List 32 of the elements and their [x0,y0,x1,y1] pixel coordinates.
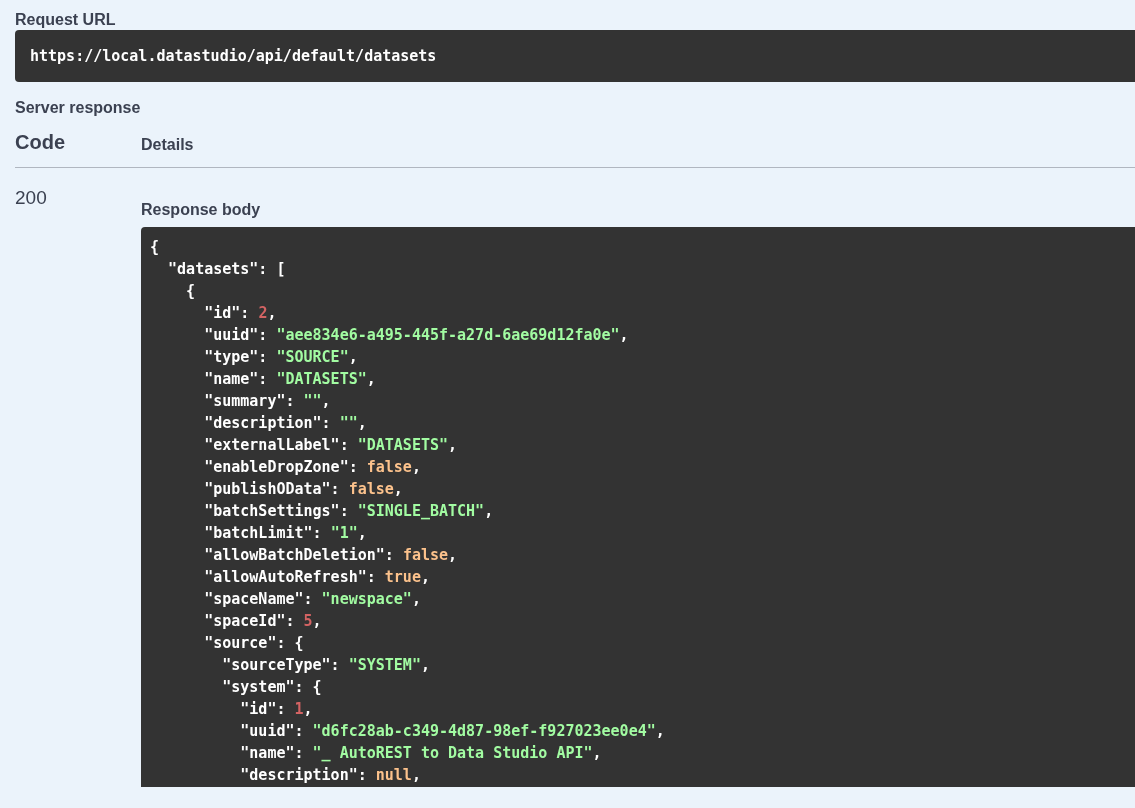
section-label: Response body [141,200,262,220]
code-line: "datasets": [ [167,259,286,280]
code-line: "system": { [221,677,322,698]
section-label: Server response [15,98,142,116]
section-label: Request URL [15,10,117,30]
code-line: "name": "DATASETS", [203,369,376,390]
code-line: { [185,281,196,302]
code-line: "enableDropZone": false, [203,457,421,478]
code-line: "externalLabel": "DATASETS", [203,435,458,456]
code-line: "batchSettings": "SINGLE_BATCH", [203,501,494,522]
code-line: "source": { [203,633,304,654]
code-line: "batchLimit": "1", [203,523,367,544]
column-header: Code [15,130,66,155]
code-line: "sourceType": "SYSTEM", [221,655,430,676]
code-line: "description": "", [203,413,367,434]
code-line: "id": 1, [239,699,313,720]
code-line: "uuid": "aee834e6-a495-445f-a27d-6ae69d12fa0e", [203,325,629,346]
code-line: { [150,237,160,258]
code-line: "spaceName": "newspace", [203,589,421,610]
code-line: "publishOData": false, [203,479,403,500]
code-line: "allowAutoRefresh": true, [203,567,430,588]
code-line: "description": null, [239,765,421,786]
column-header: Details [141,135,194,155]
request-url: https://local.datastudio/api/default/datasets [15,30,1135,82]
code-line: "uuid": "d6fc28ab-c349-4d87-98ef-f927023ee0e4", [239,721,665,742]
code-line: "name": "_ AutoREST to Data Studio API", [239,743,602,764]
code-line: "id": 2, [203,303,277,324]
response-code: 200 [15,186,48,210]
code-line: "allowBatchDeletion": false, [203,545,458,566]
code-line: "type": "SOURCE", [203,347,358,368]
code-line: "spaceId": 5, [203,611,322,632]
code-line: "summary": "", [203,391,331,412]
